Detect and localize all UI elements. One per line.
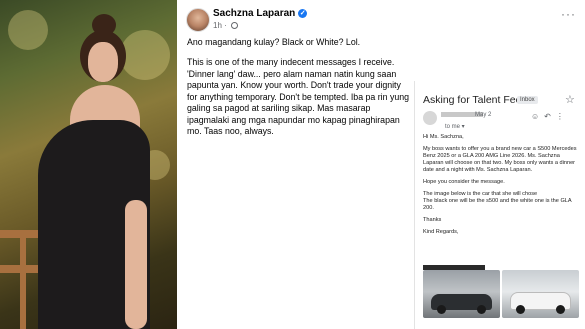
- author-name[interactable]: Sachzna Laparan: [213, 8, 295, 19]
- car-wheel: [437, 305, 446, 314]
- email-subject: Asking for Talent Fee: [423, 94, 522, 106]
- reply-icon[interactable]: ↶: [544, 112, 556, 121]
- post-time[interactable]: 1h: [213, 21, 222, 30]
- emoji-icon[interactable]: ☺: [531, 112, 544, 121]
- post-photo[interactable]: [0, 0, 177, 329]
- bokeh-light: [120, 30, 170, 80]
- email-regards: Kind Regards,: [423, 229, 459, 235]
- railing-post: [20, 238, 26, 329]
- verified-badge-icon: ✓: [298, 9, 308, 18]
- bokeh-light: [8, 10, 48, 50]
- car-wheel: [516, 305, 525, 314]
- more-options-icon[interactable]: ···: [561, 7, 576, 21]
- leg: [125, 200, 147, 329]
- post-author[interactable]: Sachzna Laparan ✓: [213, 8, 308, 19]
- email-recipient[interactable]: to me ▾: [445, 123, 465, 130]
- email-date: May 2: [475, 112, 492, 118]
- railing: [0, 230, 40, 238]
- email-paragraph: Hope you consider the message.: [423, 179, 505, 185]
- email-thanks: Thanks: [423, 217, 442, 223]
- email-screenshot: Asking for Talent Fee Inbox ☆ May 2 to m…: [414, 81, 585, 329]
- more-vert-icon[interactable]: ⋮: [556, 112, 569, 121]
- white-car-image[interactable]: [502, 270, 579, 318]
- star-icon[interactable]: ☆: [565, 93, 575, 106]
- face: [88, 42, 118, 82]
- email-paragraph: The image below is the car that she will…: [423, 191, 538, 197]
- author-avatar[interactable]: [186, 8, 210, 32]
- email-greeting: Hi Ms. Sachzna,: [423, 134, 464, 140]
- black-car-image[interactable]: [423, 270, 500, 318]
- car-wheel: [477, 305, 486, 314]
- globe-icon: [231, 22, 239, 29]
- post-caption: Ano magandang kulay? Black or White? Lol…: [187, 37, 361, 47]
- email-paragraph: The black one will be the s500 and the w…: [423, 198, 572, 211]
- car-wheel: [556, 305, 565, 314]
- post-body: This is one of the many indecent message…: [187, 57, 410, 136]
- email-actions: ☺↶⋮: [531, 112, 569, 121]
- sender-avatar: [423, 111, 437, 125]
- email-paragraph: My boss wants to offer you a brand new c…: [423, 146, 577, 173]
- post-meta: 1h ·: [213, 21, 239, 30]
- email-body: Hi Ms. Sachzna, My boss wants to offer y…: [423, 134, 578, 241]
- inbox-label[interactable]: Inbox: [517, 96, 538, 104]
- recipient-text: to me: [445, 124, 461, 130]
